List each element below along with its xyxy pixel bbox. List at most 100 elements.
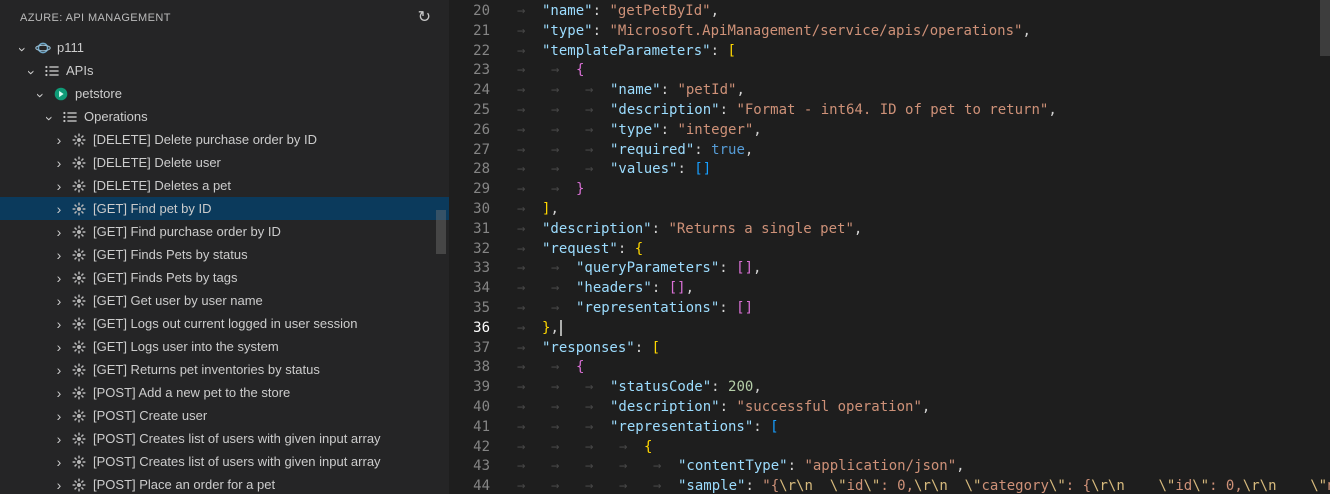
chevron-right-icon[interactable]: ›: [52, 362, 66, 378]
code-token: "Format - int64. ID of pet to return": [736, 101, 1049, 118]
code-line[interactable]: 43 → → → → → "contentType": "application/json"…: [452, 457, 1330, 477]
chevron-right-icon[interactable]: ›: [52, 224, 66, 240]
code-line[interactable]: 26 → → → "type": "integer",: [452, 121, 1330, 141]
tree-item[interactable]: › Operations: [0, 105, 449, 128]
tab-whitespace-marker: →: [585, 438, 594, 455]
code-line-content: → → → "required": true,: [508, 141, 753, 161]
tab-whitespace-marker: →: [517, 398, 526, 415]
tree-item[interactable]: › [POST] Add a new pet to the store: [0, 381, 449, 404]
code-line[interactable]: 44 → → → → → "sample": "{\r\n \"id\": 0,\r\n \…: [452, 477, 1330, 494]
chevron-right-icon[interactable]: ›: [52, 454, 66, 470]
tree-item[interactable]: › [GET] Find purchase order by ID: [0, 220, 449, 243]
tree-item[interactable]: › p111: [0, 36, 449, 59]
tab-whitespace-marker: →: [551, 260, 560, 277]
code-line[interactable]: 32 → "request": {: [452, 240, 1330, 260]
code-line[interactable]: 20 → "name": "getPetById",: [452, 2, 1330, 22]
tree-item[interactable]: › [POST] Place an order for a pet: [0, 473, 449, 494]
tree-item[interactable]: › petstore: [0, 82, 449, 105]
tree-item[interactable]: › [POST] Creates list of users with given…: [0, 427, 449, 450]
tree-item[interactable]: › [GET] Find pet by ID: [0, 197, 449, 220]
tree-item[interactable]: › APIs: [0, 59, 449, 82]
chevron-right-icon[interactable]: ›: [52, 155, 66, 171]
code-token: ,: [921, 398, 931, 415]
code-line[interactable]: 28 → → → "values": []: [452, 160, 1330, 180]
code-line[interactable]: 33 → → "queryParameters": [],: [452, 259, 1330, 279]
chevron-down-icon[interactable]: ›: [33, 88, 49, 102]
chevron-right-icon[interactable]: ›: [52, 339, 66, 355]
tree-item[interactable]: › [GET] Get user by user name: [0, 289, 449, 312]
refresh-icon[interactable]: ↻: [418, 10, 431, 26]
tree-item[interactable]: › [POST] Creates list of users with given…: [0, 450, 449, 473]
code-line[interactable]: 40 → → → "description": "successful operatio…: [452, 398, 1330, 418]
code-line[interactable]: 37 → "responses": [: [452, 339, 1330, 359]
code-line[interactable]: 34 → → "headers": [],: [452, 279, 1330, 299]
chevron-right-icon[interactable]: ›: [52, 132, 66, 148]
tree-item[interactable]: › [GET] Logs out current logged in user s…: [0, 312, 449, 335]
line-number: 24: [473, 82, 490, 99]
tab-whitespace-marker: →: [517, 458, 526, 475]
code-token: \r\n: [914, 478, 948, 494]
code-token: "Microsoft.ApiManagement/service/apis/op…: [609, 22, 1023, 39]
code-token: [: [727, 42, 736, 59]
code-line[interactable]: 31 → "description": "Returns a single pet"…: [452, 220, 1330, 240]
code-line-content: → →}: [508, 180, 584, 200]
chevron-right-icon[interactable]: ›: [52, 247, 66, 263]
line-number: 41: [473, 418, 490, 435]
code-line[interactable]: 27 → → → "required": true,: [452, 141, 1330, 161]
code-line[interactable]: 39 → → → "statusCode": 200,: [452, 378, 1330, 398]
sidebar-scrollbar-thumb[interactable]: [436, 210, 446, 254]
code-line[interactable]: 29 → →}: [452, 180, 1330, 200]
code-line[interactable]: 25 → → → "description": "Format - int64. ID …: [452, 101, 1330, 121]
code-line[interactable]: 38 → → {: [452, 358, 1330, 378]
chevron-right-icon[interactable]: ›: [52, 270, 66, 286]
tab-whitespace-marker: →: [517, 62, 526, 79]
code-line[interactable]: 30 →],: [452, 200, 1330, 220]
tree-item[interactable]: › [POST] Create user: [0, 404, 449, 427]
code-line-content: → "description": "Returns a single pet",: [508, 220, 862, 240]
apim-tree: › p111 › APIs › petstore › Operations › [DELETE] …: [0, 36, 449, 494]
code-line[interactable]: 24 → → → "name": "petId",: [452, 81, 1330, 101]
code-token: true: [711, 141, 745, 158]
code-line[interactable]: 21 → "type": "Microsoft.ApiManagement/serv…: [452, 22, 1330, 42]
code-token: "Returns a single pet": [668, 220, 854, 237]
tree-item[interactable]: › [GET] Finds Pets by tags: [0, 266, 449, 289]
editor-scrollbar-thumb[interactable]: [1320, 0, 1330, 56]
chevron-right-icon[interactable]: ›: [52, 293, 66, 309]
code-token: :: [745, 478, 763, 494]
chevron-down-icon[interactable]: ›: [24, 65, 40, 79]
chevron-right-icon[interactable]: ›: [52, 316, 66, 332]
chevron-down-icon[interactable]: ›: [42, 111, 58, 125]
tab-whitespace-marker: →: [551, 418, 560, 435]
operation-icon: [71, 339, 87, 355]
chevron-right-icon[interactable]: ›: [52, 431, 66, 447]
line-number: 35: [473, 299, 490, 316]
code-line-content: → → "representations": []: [508, 299, 753, 319]
operation-icon: [71, 155, 87, 171]
code-area[interactable]: 20 → "name": "getPetById", 21 → "type": "Micr…: [452, 0, 1330, 494]
code-line[interactable]: 35 → → "representations": []: [452, 299, 1330, 319]
chevron-right-icon[interactable]: ›: [52, 477, 66, 493]
code-line[interactable]: 42 → → → → {: [452, 438, 1330, 458]
code-line[interactable]: 41 → → → "representations": [: [452, 418, 1330, 438]
tree-item[interactable]: › [DELETE] Deletes a pet: [0, 174, 449, 197]
code-line[interactable]: 22 → "templateParameters": [: [452, 42, 1330, 62]
code-token: : 0,: [1209, 478, 1243, 494]
chevron-down-icon[interactable]: ›: [15, 42, 31, 56]
code-line[interactable]: 23 → → {: [452, 61, 1330, 81]
code-token: "representations": [576, 299, 720, 316]
operation-icon: [71, 247, 87, 263]
tree-item[interactable]: › [GET] Finds Pets by status: [0, 243, 449, 266]
chevron-right-icon[interactable]: ›: [52, 408, 66, 424]
tree-item[interactable]: › [DELETE] Delete purchase order by ID: [0, 128, 449, 151]
tree-item[interactable]: › [GET] Returns pet inventories by status: [0, 358, 449, 381]
tree-item[interactable]: › [DELETE] Delete user: [0, 151, 449, 174]
tab-whitespace-marker: →: [585, 121, 594, 138]
chevron-right-icon[interactable]: ›: [52, 178, 66, 194]
code-token: "required": [610, 141, 695, 158]
chevron-right-icon[interactable]: ›: [52, 201, 66, 217]
code-token: \": [829, 478, 847, 494]
editor-pane[interactable]: 20 → "name": "getPetById", 21 → "type": "Micr…: [452, 0, 1330, 494]
code-line[interactable]: 36 →},: [452, 319, 1330, 339]
tree-item[interactable]: › [GET] Logs user into the system: [0, 335, 449, 358]
chevron-right-icon[interactable]: ›: [52, 385, 66, 401]
